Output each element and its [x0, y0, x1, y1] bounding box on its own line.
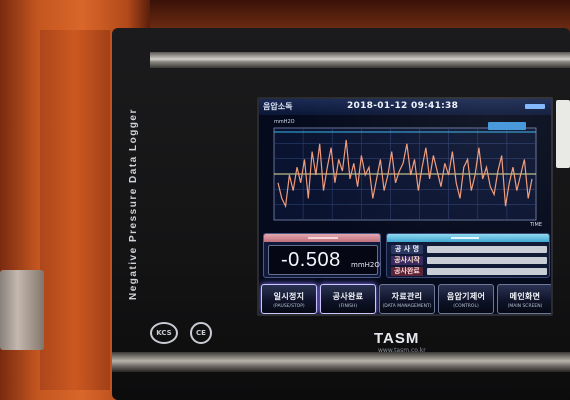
info-value-field[interactable]: [427, 257, 547, 264]
main-screen-button[interactable]: 메인화면 (MAIN SCREEN): [497, 284, 551, 314]
reading-header: [264, 234, 380, 242]
side-sticker: [556, 100, 570, 168]
door-frame-shade: [40, 30, 110, 390]
button-label: 메인화면: [509, 292, 541, 301]
pressure-value: -0.508: [281, 249, 341, 271]
button-sublabel: (DATA MANAGEMENT): [382, 304, 432, 309]
info-label: 공 사 명: [391, 245, 423, 254]
brand-logo: TASM: [374, 330, 420, 347]
y-axis-unit: mmH2O: [274, 119, 295, 125]
button-sublabel: (FINISH): [338, 304, 358, 309]
touch-screen: 음압소독 2018-01-12 09:41:38 mmH2O TIME -0.5…: [257, 97, 553, 316]
screen-topbar: 음압소독 2018-01-12 09:41:38: [259, 99, 551, 115]
pressure-reading-panel: -0.508 mmH2O: [263, 233, 381, 278]
pressure-chart: mmH2O TIME: [268, 116, 544, 230]
button-sublabel: (MAIN SCREEN): [507, 304, 543, 309]
chart-scale-button[interactable]: [488, 122, 526, 130]
data-management-button[interactable]: 자료관리 (DATA MANAGEMENT): [379, 284, 435, 314]
pressure-chart-svg: [273, 127, 537, 221]
project-info-panel: 공 사 명 공사시작 공사완료: [386, 233, 550, 278]
reading-display: -0.508 mmH2O: [268, 245, 380, 275]
function-buttons: 일시정지 (PAUSE/STOP) 공사완료 (FINISH) 자료관리 (DA…: [261, 284, 551, 314]
info-value-field[interactable]: [427, 246, 547, 253]
x-axis-label: TIME: [529, 222, 542, 228]
info-value-field[interactable]: [427, 268, 547, 275]
top-rail: [150, 52, 570, 68]
info-row-finish: 공사완료: [391, 267, 547, 276]
datetime: 2018-01-12 09:41:38: [347, 101, 459, 111]
door-hinge: [0, 270, 44, 350]
cert-badges: KCS CE: [150, 322, 220, 352]
info-row-project-name: 공 사 명: [391, 245, 547, 254]
info-row-start: 공사시작: [391, 256, 547, 265]
ce-badge: CE: [190, 322, 212, 344]
pause-button[interactable]: 일시정지 (PAUSE/STOP): [261, 284, 317, 314]
control-button[interactable]: 음압기제어 (CONTROL): [438, 284, 494, 314]
finish-button[interactable]: 공사완료 (FINISH): [320, 284, 376, 314]
screen-title: 음압소독: [263, 102, 293, 111]
pressure-unit: mmH2O: [351, 261, 380, 269]
button-label: 공사완료: [332, 292, 364, 301]
kcs-badge: KCS: [150, 322, 178, 344]
brand-url: www.tasm.co.kr: [378, 347, 426, 354]
button-sublabel: (CONTROL): [453, 304, 479, 309]
info-label: 공사시작: [391, 256, 423, 265]
info-label: 공사완료: [391, 267, 423, 276]
button-label: 일시정지: [273, 292, 305, 301]
device-side-label: Negative Pressure Data Logger: [128, 108, 139, 300]
bottom-rail: [112, 352, 570, 372]
info-header: [387, 234, 549, 242]
button-sublabel: (PAUSE/STOP): [273, 304, 305, 309]
button-label: 음압기제어: [446, 292, 486, 301]
status-indicator: [525, 104, 545, 109]
button-label: 자료관리: [391, 292, 423, 301]
